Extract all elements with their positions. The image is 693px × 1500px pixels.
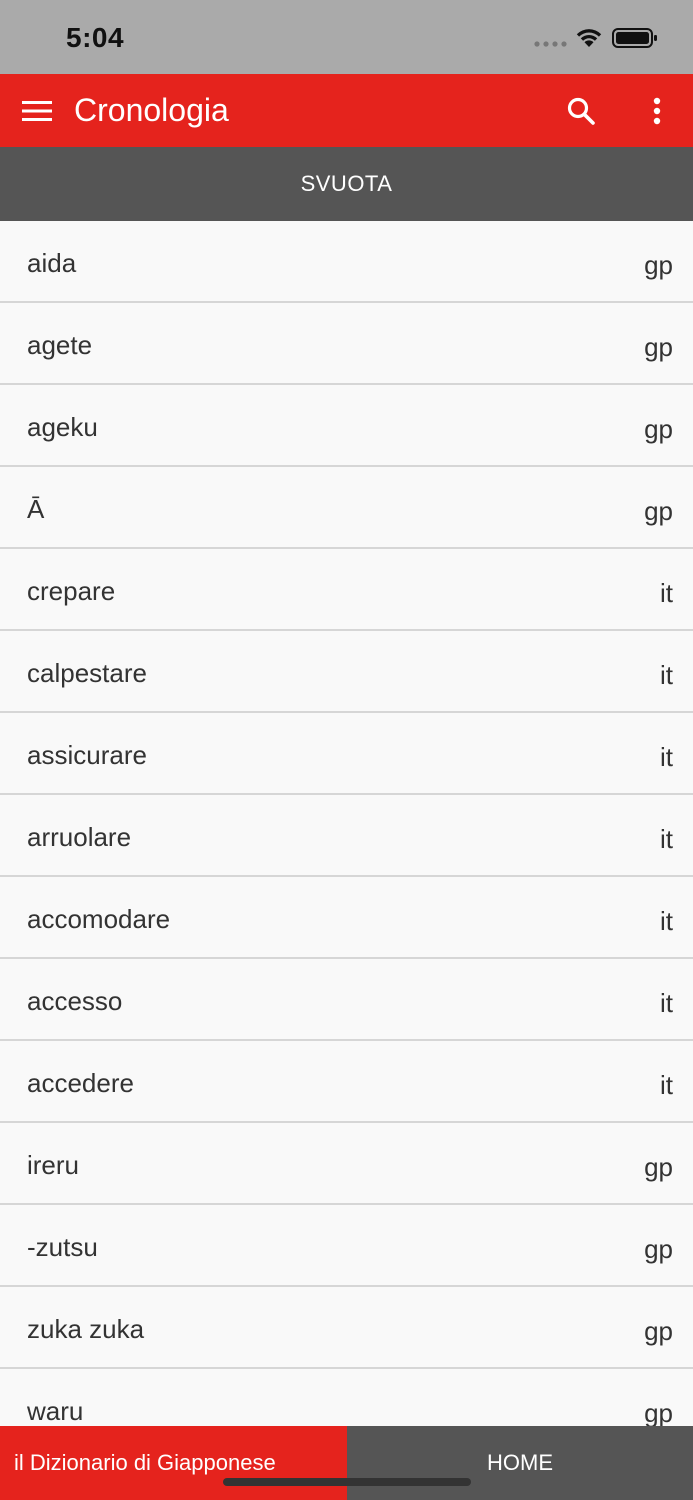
history-language: gp: [644, 496, 673, 526]
more-vert-icon: [653, 97, 661, 125]
history-word: agete: [27, 330, 93, 360]
history-item[interactable]: crepare it: [0, 549, 693, 631]
dictionary-title-button[interactable]: il Dizionario di Giapponese: [0, 1426, 347, 1500]
history-item[interactable]: ireru gp: [0, 1123, 693, 1205]
history-item[interactable]: zuka zuka gp: [0, 1287, 693, 1369]
history-word: waru: [27, 1396, 84, 1426]
status-bar: 5:04: [0, 0, 693, 74]
home-button[interactable]: HOME: [347, 1426, 693, 1500]
history-word: zuka zuka: [27, 1314, 145, 1344]
history-word: -zutsu: [27, 1232, 98, 1262]
history-language: it: [660, 988, 673, 1018]
cellular-signal-icon: [534, 41, 567, 47]
menu-icon: [22, 101, 52, 121]
history-language: it: [660, 742, 673, 772]
history-language: gp: [644, 414, 673, 444]
history-item[interactable]: waru gp: [0, 1369, 693, 1426]
search-icon: [567, 97, 595, 125]
history-item[interactable]: accesso it: [0, 959, 693, 1041]
menu-button[interactable]: [14, 88, 60, 134]
battery-icon: [612, 28, 657, 48]
history-language: it: [660, 660, 673, 690]
history-language: gp: [644, 250, 673, 280]
history-language: gp: [644, 332, 673, 362]
history-item[interactable]: accedere it: [0, 1041, 693, 1123]
history-item[interactable]: assicurare it: [0, 713, 693, 795]
home-indicator: [223, 1478, 471, 1486]
status-time: 5:04: [66, 22, 125, 53]
history-item[interactable]: calpestare it: [0, 631, 693, 713]
history-word: assicurare: [27, 740, 147, 770]
clear-history-button[interactable]: SVUOTA: [0, 147, 693, 221]
history-language: gp: [644, 1152, 673, 1182]
history-word: ageku: [27, 412, 98, 442]
history-word: accedere: [27, 1068, 134, 1098]
history-word: accesso: [27, 986, 123, 1016]
history-item[interactable]: accomodare it: [0, 877, 693, 959]
history-item[interactable]: -zutsu gp: [0, 1205, 693, 1287]
history-language: it: [660, 1070, 673, 1100]
wifi-icon: [576, 29, 602, 47]
history-word: ireru: [27, 1150, 80, 1180]
history-item[interactable]: agete gp: [0, 303, 693, 385]
history-word: calpestare: [27, 658, 147, 688]
history-item[interactable]: arruolare it: [0, 795, 693, 877]
history-item[interactable]: aida gp: [0, 221, 693, 303]
history-word: Ā: [27, 494, 45, 524]
history-language: it: [660, 824, 673, 854]
app-bar: Cronologia: [0, 74, 693, 147]
history-word: crepare: [27, 576, 116, 606]
history-list: aida gp agete gp ageku gp Ā gp crepare i…: [0, 221, 693, 1426]
history-item[interactable]: Ā gp: [0, 467, 693, 549]
history-language: gp: [644, 1316, 673, 1346]
history-word: accomodare: [27, 904, 171, 934]
history-language: gp: [644, 1398, 673, 1426]
history-item[interactable]: ageku gp: [0, 385, 693, 467]
bottom-bar: il Dizionario di Giapponese HOME: [0, 1426, 693, 1500]
history-word: arruolare: [27, 822, 132, 852]
search-button[interactable]: [558, 88, 604, 134]
history-language: it: [660, 578, 673, 608]
history-word: aida: [27, 248, 77, 278]
history-language: gp: [644, 1234, 673, 1264]
history-language: it: [660, 906, 673, 936]
more-options-button[interactable]: [634, 88, 680, 134]
page-title: Cronologia: [74, 92, 229, 128]
